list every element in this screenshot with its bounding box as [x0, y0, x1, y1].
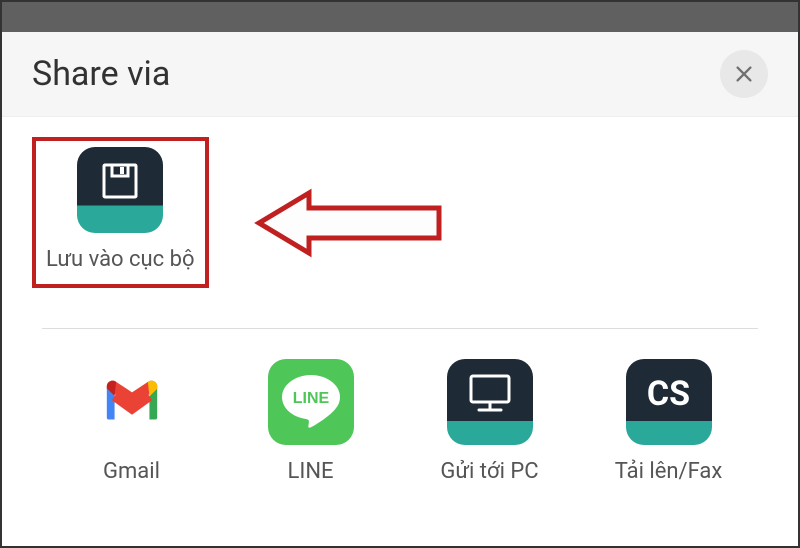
- page-title: Share via: [32, 54, 170, 94]
- gmail-label: Gmail: [103, 459, 160, 484]
- gmail-button[interactable]: Gmail: [62, 359, 202, 484]
- upload-fax-label: Tải lên/Fax: [615, 459, 723, 484]
- close-button[interactable]: [720, 50, 768, 98]
- highlighted-row: Lưu vào cục bộ: [32, 137, 768, 288]
- share-content: Lưu vào cục bộ Gmail: [2, 117, 798, 484]
- arrow-annotation: [249, 188, 449, 258]
- line-label: LINE: [287, 459, 333, 484]
- apps-row: Gmail LINE LINE Gửi tới PC: [32, 359, 768, 484]
- svg-text:LINE: LINE: [292, 390, 329, 407]
- close-icon: [733, 63, 755, 85]
- highlight-annotation: Lưu vào cục bộ: [32, 137, 209, 288]
- line-button[interactable]: LINE LINE: [241, 359, 381, 484]
- monitor-icon: [447, 359, 533, 445]
- status-bar: [2, 2, 798, 32]
- send-pc-button[interactable]: Gửi tới PC: [420, 359, 560, 484]
- camscanner-icon: CS: [626, 359, 712, 445]
- share-header: Share via: [2, 32, 798, 117]
- send-pc-label: Gửi tới PC: [440, 459, 538, 484]
- upload-fax-button[interactable]: CS Tải lên/Fax: [599, 359, 739, 484]
- cs-badge-text: CS: [647, 374, 690, 414]
- gmail-icon: [89, 359, 175, 445]
- save-local-label: Lưu vào cục bộ: [46, 247, 195, 272]
- divider: [42, 328, 758, 329]
- line-icon: LINE: [268, 359, 354, 445]
- save-local-icon: [77, 147, 163, 233]
- save-local-button[interactable]: Lưu vào cục bộ: [46, 147, 195, 272]
